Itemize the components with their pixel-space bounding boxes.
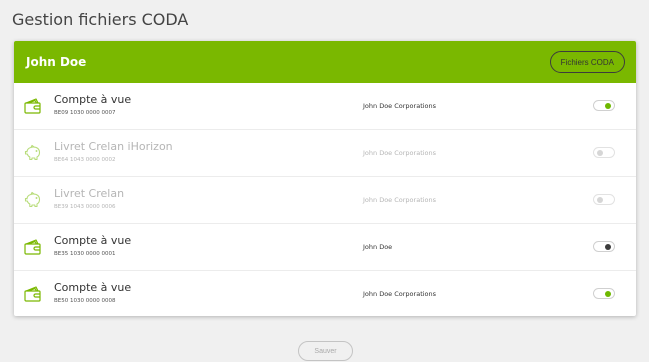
account-row-4: Compte à vue BE35 1030 0000 0001 John Do… (14, 224, 636, 271)
page-title: Gestion fichiers CODA (12, 10, 189, 29)
coda-toggle (593, 147, 615, 158)
account-name: Livret Crelan iHorizon (54, 140, 173, 153)
wallet-icon (23, 97, 43, 115)
account-iban: BE39 1043 0000 0006 (54, 204, 116, 210)
account-row-3: Livret Crelan BE39 1043 0000 0006 John D… (14, 177, 636, 224)
toggle-knob (597, 149, 603, 156)
wallet-icon (23, 285, 43, 303)
account-iban: BE64 1043 0000 0002 (54, 157, 116, 163)
account-name: Livret Crelan (54, 187, 125, 200)
account-row-1: Compte à vue BE09 1030 0000 0007 John Do… (14, 83, 636, 130)
account-name: Compte à vue (54, 93, 132, 106)
account-row-5: Compte à vue BE50 1030 0000 0008 John Do… (14, 271, 636, 316)
account-owner: John Doe Corporations (363, 149, 437, 157)
piggy-bank-icon (23, 144, 43, 162)
coda-toggle[interactable] (593, 288, 615, 299)
card-header: John Doe Fichiers CODA (14, 41, 636, 83)
account-owner: John Doe (363, 243, 393, 251)
coda-toggle[interactable] (593, 100, 615, 111)
account-owner: John Doe Corporations (363, 290, 437, 298)
account-name: Compte à vue (54, 234, 132, 247)
account-row-2: Livret Crelan iHorizon BE64 1043 0000 00… (14, 130, 636, 177)
coda-accounts-card: John Doe Fichiers CODA Compte à vue BE09… (14, 41, 636, 316)
account-iban: BE50 1030 0000 0008 (54, 298, 116, 304)
toggle-knob (597, 196, 603, 203)
coda-toggle (593, 194, 615, 205)
account-owner: John Doe Corporations (363, 196, 437, 204)
toggle-knob (605, 243, 611, 250)
coda-toggle[interactable] (593, 241, 615, 252)
account-owner: John Doe Corporations (363, 102, 437, 110)
accounts-list: Compte à vue BE09 1030 0000 0007 John Do… (14, 83, 636, 316)
wallet-icon (23, 238, 43, 256)
toggle-knob (605, 102, 611, 109)
account-holder-name: John Doe (26, 55, 87, 69)
piggy-bank-icon (23, 191, 43, 209)
account-iban: BE09 1030 0000 0007 (54, 110, 116, 116)
account-name: Compte à vue (54, 281, 132, 294)
save-button[interactable]: Sauver (298, 341, 353, 361)
account-iban: BE35 1030 0000 0001 (54, 251, 116, 257)
toggle-knob (605, 290, 611, 297)
coda-files-button[interactable]: Fichiers CODA (549, 51, 625, 73)
